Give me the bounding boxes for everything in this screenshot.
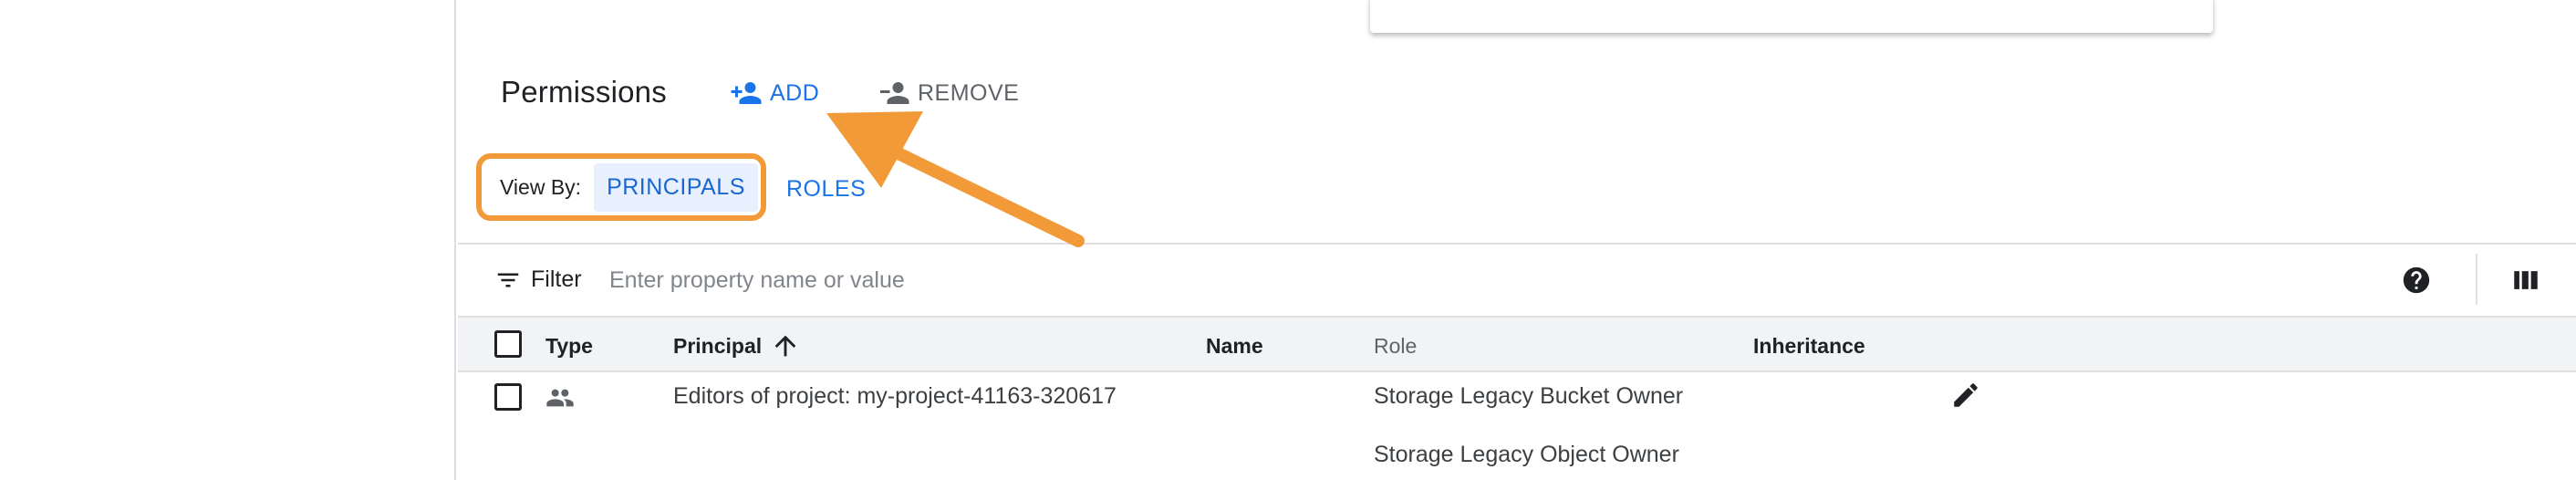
filter-input[interactable] — [609, 259, 1886, 301]
column-display-icon[interactable] — [2510, 265, 2541, 296]
filter-label: Filter — [531, 266, 582, 292]
add-button-label: ADD — [770, 79, 820, 106]
arrow-upward-icon[interactable] — [770, 330, 801, 361]
column-header-type[interactable]: Type — [545, 334, 593, 359]
view-by-roles-button[interactable]: ROLES — [786, 176, 866, 203]
row-role-2: Storage Legacy Object Owner — [1374, 442, 1679, 467]
toolbar-divider — [2476, 254, 2477, 305]
filter-icon — [497, 273, 519, 287]
edit-icon[interactable] — [1950, 380, 1981, 411]
view-by-label: View By: — [500, 174, 582, 199]
column-header-role: Role — [1374, 334, 1418, 358]
row-principal: Editors of project: my-project-41163-320… — [673, 383, 1117, 409]
help-icon[interactable] — [2401, 265, 2432, 296]
view-by-principals-button[interactable]: PRINCIPALS — [594, 162, 758, 212]
select-all-checkbox[interactable] — [494, 330, 522, 358]
column-header-name[interactable]: Name — [1206, 334, 1263, 359]
group-icon — [546, 389, 574, 407]
remove-button-label: REMOVE — [918, 79, 1020, 106]
row-role-1: Storage Legacy Bucket Owner — [1374, 383, 1684, 409]
filter-bar: Filter — [458, 243, 2576, 316]
column-header-inheritance[interactable]: Inheritance — [1753, 334, 1865, 359]
remove-principal-button[interactable]: REMOVE — [878, 77, 1019, 110]
row-checkbox[interactable] — [494, 383, 522, 411]
left-navigation-pane — [0, 0, 456, 480]
person-remove-icon — [880, 82, 909, 104]
person-add-icon — [731, 82, 762, 104]
table-row: Editors of project: my-project-41163-320… — [458, 372, 2576, 480]
column-header-principal[interactable]: Principal — [673, 334, 762, 359]
add-principal-button[interactable]: ADD — [730, 77, 819, 110]
permissions-title: Permissions — [501, 75, 667, 109]
top-card-panel — [1370, 0, 2213, 33]
table-header-row: Type Principal Name Role Inheritance — [458, 316, 2576, 372]
view-by-toggle-group: View By: PRINCIPALS — [476, 153, 766, 221]
